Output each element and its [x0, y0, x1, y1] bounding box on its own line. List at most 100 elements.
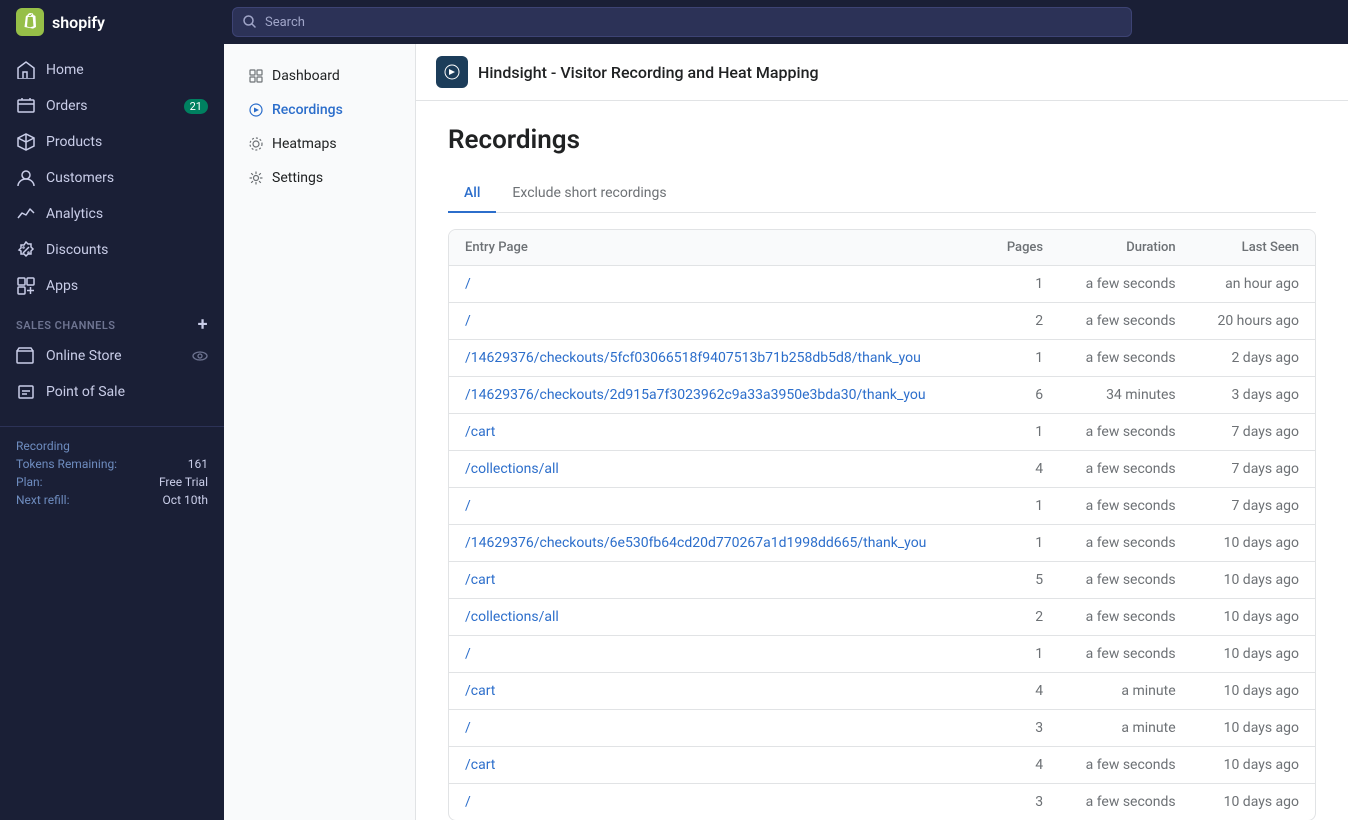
col-header-duration: Duration — [1059, 230, 1192, 266]
sidebar-item-discounts-label: Discounts — [46, 242, 108, 258]
cell-duration: a minute — [1059, 710, 1192, 747]
cell-last-seen: 10 days ago — [1192, 710, 1315, 747]
cell-pages: 4 — [985, 451, 1059, 488]
table-row[interactable]: /14629376/checkouts/5fcf03066518f9407513… — [449, 340, 1315, 377]
sidebar: Home Orders 21 Products — [0, 44, 224, 820]
cell-last-seen: 10 days ago — [1192, 525, 1315, 562]
table-row[interactable]: / 1 a few seconds an hour ago — [449, 266, 1315, 303]
table-row[interactable]: /collections/all 2 a few seconds 10 days… — [449, 599, 1315, 636]
sidebar-item-home[interactable]: Home — [0, 52, 224, 88]
sidebar-item-orders[interactable]: Orders 21 — [0, 88, 224, 124]
sales-channels-title: SALES CHANNELS + — [0, 304, 224, 338]
table-row[interactable]: / 1 a few seconds 10 days ago — [449, 636, 1315, 673]
cell-pages: 1 — [985, 266, 1059, 303]
col-header-entry-page: Entry Page — [449, 230, 985, 266]
cell-entry-page: /collections/all — [449, 451, 985, 488]
cell-last-seen: 3 days ago — [1192, 377, 1315, 414]
sidebar-item-customers[interactable]: Customers — [0, 160, 224, 196]
cell-entry-page: /collections/all — [449, 599, 985, 636]
app-header-icon — [436, 56, 468, 88]
settings-icon — [248, 170, 264, 186]
table-row[interactable]: /cart 5 a few seconds 10 days ago — [449, 562, 1315, 599]
table-row[interactable]: / 1 a few seconds 7 days ago — [449, 488, 1315, 525]
cell-last-seen: 20 hours ago — [1192, 303, 1315, 340]
table-row[interactable]: / 3 a minute 10 days ago — [449, 710, 1315, 747]
cell-last-seen: an hour ago — [1192, 266, 1315, 303]
sidebar-item-customers-label: Customers — [46, 170, 114, 186]
table-row[interactable]: / 3 a few seconds 10 days ago — [449, 784, 1315, 820]
sidebar-item-apps[interactable]: Apps — [0, 268, 224, 304]
cell-entry-page: /cart — [449, 747, 985, 784]
sub-sidebar-item-heatmaps[interactable]: Heatmaps — [232, 128, 407, 160]
cell-last-seen: 10 days ago — [1192, 562, 1315, 599]
sub-sidebar-heatmaps-label: Heatmaps — [272, 136, 337, 152]
cell-duration: a few seconds — [1059, 525, 1192, 562]
cell-last-seen: 10 days ago — [1192, 747, 1315, 784]
cell-duration: a few seconds — [1059, 636, 1192, 673]
sidebar-item-discounts[interactable]: Discounts — [0, 232, 224, 268]
app-header: Hindsight - Visitor Recording and Heat M… — [416, 44, 1348, 101]
add-sales-channel-button[interactable]: + — [198, 316, 208, 334]
table-row[interactable]: /14629376/checkouts/6e530fb64cd20d770267… — [449, 525, 1315, 562]
sidebar-item-home-label: Home — [46, 62, 84, 78]
apps-icon — [16, 276, 36, 296]
table-row[interactable]: /14629376/checkouts/2d915a7f3023962c9a33… — [449, 377, 1315, 414]
cell-pages: 3 — [985, 784, 1059, 820]
cell-last-seen: 10 days ago — [1192, 636, 1315, 673]
sidebar-item-online-store[interactable]: Online Store — [0, 338, 224, 374]
tab-all[interactable]: All — [448, 175, 496, 213]
online-store-eye-icon[interactable] — [192, 348, 208, 364]
sidebar-item-orders-label: Orders — [46, 98, 88, 114]
cell-last-seen: 7 days ago — [1192, 488, 1315, 525]
search-icon — [243, 15, 257, 29]
table-row[interactable]: /cart 4 a few seconds 10 days ago — [449, 747, 1315, 784]
sub-sidebar-item-recordings[interactable]: Recordings — [232, 94, 407, 126]
cell-duration: a few seconds — [1059, 451, 1192, 488]
top-nav: shopify Search — [0, 0, 1348, 44]
cell-pages: 5 — [985, 562, 1059, 599]
sub-sidebar-recordings-label: Recordings — [272, 102, 343, 118]
search-placeholder: Search — [265, 15, 305, 30]
sidebar-item-products-label: Products — [46, 134, 102, 150]
orders-icon — [16, 96, 36, 116]
table-row[interactable]: /cart 1 a few seconds 7 days ago — [449, 414, 1315, 451]
sidebar-item-analytics[interactable]: Analytics — [0, 196, 224, 232]
tokens-value: 161 — [188, 457, 208, 471]
cell-duration: a few seconds — [1059, 266, 1192, 303]
cell-pages: 1 — [985, 414, 1059, 451]
search-bar[interactable]: Search — [232, 7, 1132, 37]
cell-duration: a few seconds — [1059, 599, 1192, 636]
sidebar-footer: Recording Tokens Remaining: 161 Plan: Fr… — [0, 426, 224, 523]
cell-pages: 1 — [985, 340, 1059, 377]
cell-entry-page: /14629376/checkouts/2d915a7f3023962c9a33… — [449, 377, 985, 414]
analytics-icon — [16, 204, 36, 224]
cell-pages: 1 — [985, 636, 1059, 673]
pos-icon — [16, 382, 36, 402]
sidebar-item-pos[interactable]: Point of Sale — [0, 374, 224, 410]
sidebar-item-pos-label: Point of Sale — [46, 384, 125, 400]
table-row[interactable]: / 2 a few seconds 20 hours ago — [449, 303, 1315, 340]
cell-duration: a minute — [1059, 673, 1192, 710]
cell-duration: a few seconds — [1059, 303, 1192, 340]
cell-pages: 6 — [985, 377, 1059, 414]
cell-pages: 2 — [985, 599, 1059, 636]
table-row[interactable]: /collections/all 4 a few seconds 7 days … — [449, 451, 1315, 488]
sidebar-item-products[interactable]: Products — [0, 124, 224, 160]
tab-exclude-short[interactable]: Exclude short recordings — [496, 175, 682, 213]
shopify-logo[interactable]: shopify — [16, 8, 216, 36]
recording-label: Recording — [16, 439, 70, 453]
content-area: Recordings All Exclude short recordings … — [416, 101, 1348, 820]
recordings-tabs: All Exclude short recordings — [448, 175, 1316, 213]
cell-entry-page: /cart — [449, 673, 985, 710]
sub-sidebar: Dashboard Recordings Heatmaps — [224, 44, 416, 820]
table-header-row: Entry Page Pages Duration Last Seen — [449, 230, 1315, 266]
sub-sidebar-dashboard-label: Dashboard — [272, 68, 340, 84]
page-title: Recordings — [448, 125, 1316, 155]
sub-sidebar-item-dashboard[interactable]: Dashboard — [232, 60, 407, 92]
sub-sidebar-item-settings[interactable]: Settings — [232, 162, 407, 194]
table-row[interactable]: /cart 4 a minute 10 days ago — [449, 673, 1315, 710]
refill-label: Next refill: — [16, 493, 70, 507]
cell-last-seen: 7 days ago — [1192, 451, 1315, 488]
sub-sidebar-settings-label: Settings — [272, 170, 323, 186]
cell-pages: 2 — [985, 303, 1059, 340]
